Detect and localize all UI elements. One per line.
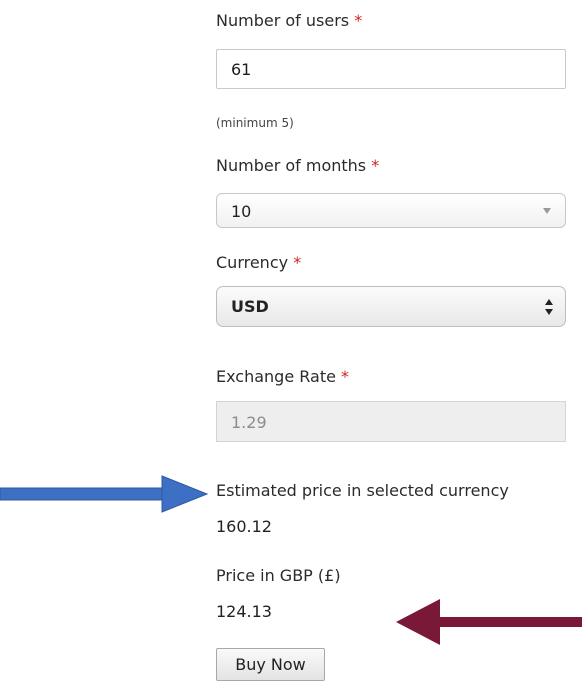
currency-label: Currency *: [216, 253, 302, 272]
maroon-arrow-annotation: [396, 599, 582, 645]
exchange-rate-value: 1.29: [231, 413, 267, 432]
buy-now-button[interactable]: Buy Now: [216, 648, 325, 681]
months-required-mark: *: [371, 156, 380, 175]
up-down-arrows-icon: [545, 299, 553, 315]
months-select[interactable]: 10: [216, 193, 566, 228]
gbp-price-label: Price in GBP (£): [216, 566, 341, 585]
users-input[interactable]: [216, 49, 566, 89]
users-required-mark: *: [354, 11, 363, 30]
gbp-price-value: 124.13: [216, 602, 272, 621]
estimated-price-value: 160.12: [216, 517, 272, 536]
users-hint: (minimum 5): [216, 116, 294, 130]
users-label: Number of users *: [216, 11, 363, 30]
exchange-rate-required-mark: *: [341, 367, 350, 386]
exchange-rate-label: Exchange Rate *: [216, 367, 350, 386]
currency-select-value: USD: [231, 297, 269, 316]
months-label: Number of months *: [216, 156, 380, 175]
currency-required-mark: *: [293, 253, 302, 272]
months-select-value: 10: [231, 202, 252, 221]
currency-select[interactable]: USD: [216, 286, 566, 327]
estimated-price-label: Estimated price in selected currency: [216, 481, 509, 500]
exchange-rate-field: 1.29: [216, 401, 566, 442]
chevron-down-icon: [543, 208, 551, 214]
blue-arrow-annotation: [0, 475, 209, 513]
